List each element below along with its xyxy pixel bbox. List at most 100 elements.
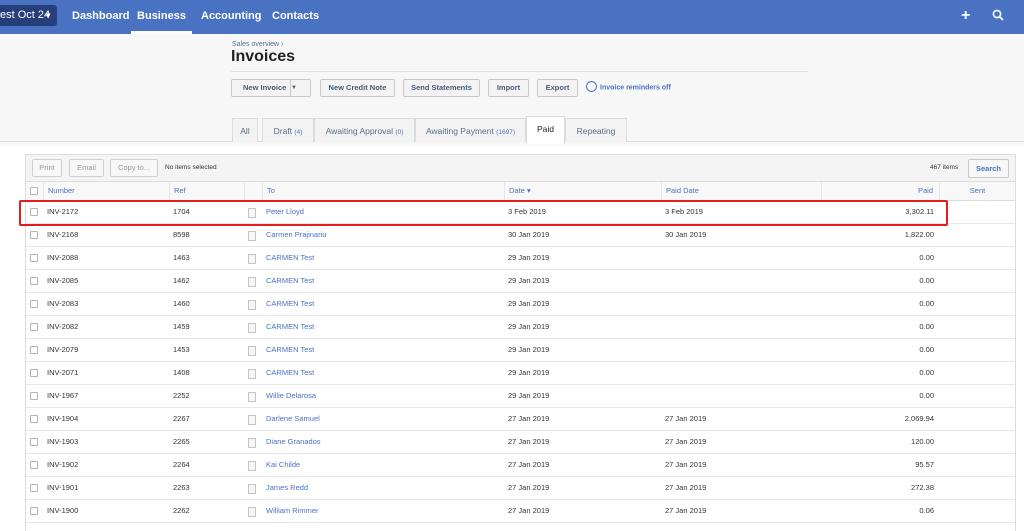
column-sent[interactable]: Sent: [939, 182, 1015, 201]
invoice-number[interactable]: INV-2085: [47, 270, 78, 293]
nav-accounting[interactable]: Accounting: [201, 0, 262, 34]
table-row[interactable]: INV-1900 2262 William Rimmer 27 Jan 2019 27 …: [26, 500, 1015, 523]
new-invoice-button[interactable]: New Invoice ▼: [231, 79, 311, 97]
copy-to-button[interactable]: Copy to...: [110, 159, 158, 177]
row-checkbox[interactable]: [30, 346, 38, 354]
row-checkbox[interactable]: [30, 323, 38, 331]
plus-icon[interactable]: +: [961, 8, 970, 24]
table-row[interactable]: INV-1901 2263 James Redd 27 Jan 2019 27 Jan …: [26, 477, 1015, 500]
table-row[interactable]: INV-2071 1408 CARMEN Test 29 Jan 2019 0.00: [26, 362, 1015, 385]
invoice-number[interactable]: INV-2083: [47, 293, 78, 316]
row-checkbox[interactable]: [30, 300, 38, 308]
row-checkbox[interactable]: [30, 208, 38, 216]
column-to[interactable]: To: [262, 182, 504, 201]
search-icon[interactable]: [992, 8, 1004, 24]
tab-repeating[interactable]: Repeating: [565, 118, 627, 142]
row-checkbox[interactable]: [30, 461, 38, 469]
row-checkbox[interactable]: [30, 438, 38, 446]
invoice-date: 29 Jan 2019: [508, 253, 550, 262]
print-button[interactable]: Print: [32, 159, 62, 177]
table-row[interactable]: INV-2168 8598 Carmen Prajinariu 30 Jan 2019…: [26, 224, 1015, 247]
contact-link[interactable]: Kai Childe: [266, 454, 300, 477]
breadcrumb[interactable]: Sales overview ›: [232, 41, 283, 48]
contact-link[interactable]: CARMEN Test: [266, 293, 314, 316]
table-row[interactable]: INV-2085 1462 CARMEN Test 29 Jan 2019 0.00: [26, 270, 1015, 293]
document-icon: [248, 484, 256, 494]
tab-awaiting-approval[interactable]: Awaiting Approval (0): [314, 118, 415, 142]
invoice-number[interactable]: INV-2088: [47, 247, 78, 270]
nav-contacts[interactable]: Contacts: [272, 0, 319, 34]
row-checkbox[interactable]: [30, 254, 38, 262]
select-all-checkbox[interactable]: [30, 187, 38, 195]
table-row[interactable]: INV-1967 2252 Willie Delarosa 29 Jan 2019 0.…: [26, 385, 1015, 408]
export-button[interactable]: Export: [537, 79, 578, 97]
table-row[interactable]: INV-1903 2265 Diane Granados 27 Jan 2019 27 …: [26, 431, 1015, 454]
paid-amount: 0.00: [919, 276, 934, 285]
paid-amount: 2,069.94: [904, 414, 934, 423]
row-checkbox[interactable]: [30, 369, 38, 377]
invoice-number[interactable]: INV-1903: [47, 431, 78, 454]
table-row[interactable]: INV-2079 1453 CARMEN Test 29 Jan 2019 0.00: [26, 339, 1015, 362]
column-number[interactable]: Number: [43, 182, 169, 201]
column-ref[interactable]: Ref: [169, 182, 244, 201]
table-row[interactable]: INV-1902 2264 Kai Childe 27 Jan 2019 27 Jan …: [26, 454, 1015, 477]
nav-dashboard[interactable]: Dashboard: [72, 0, 129, 34]
document-icon: [248, 277, 256, 287]
contact-link[interactable]: CARMEN Test: [266, 362, 314, 385]
row-checkbox[interactable]: [30, 392, 38, 400]
tab-draft[interactable]: Draft (4): [262, 118, 314, 142]
invoice-number[interactable]: INV-2079: [47, 339, 78, 362]
org-switcher[interactable]: est Oct 24 ▼: [0, 5, 57, 26]
invoices-table: Print Email Copy to... No items selected…: [25, 154, 1016, 531]
row-checkbox[interactable]: [30, 277, 38, 285]
invoice-reminders-link[interactable]: Invoice reminders off: [586, 81, 671, 93]
invoice-number[interactable]: INV-2168: [47, 224, 78, 247]
contact-link[interactable]: CARMEN Test: [266, 339, 314, 362]
new-credit-note-button[interactable]: New Credit Note: [320, 79, 395, 97]
search-button[interactable]: Search: [968, 159, 1009, 178]
invoice-date: 29 Jan 2019: [508, 322, 550, 331]
column-paid-date[interactable]: Paid Date: [661, 182, 821, 201]
contact-link[interactable]: CARMEN Test: [266, 247, 314, 270]
table-row[interactable]: INV-2088 1463 CARMEN Test 29 Jan 2019 0.00: [26, 247, 1015, 270]
invoice-number[interactable]: INV-1967: [47, 385, 78, 408]
row-checkbox[interactable]: [30, 484, 38, 492]
contact-link[interactable]: Darlene Samuel: [266, 408, 320, 431]
table-row[interactable]: INV-2082 1459 CARMEN Test 29 Jan 2019 0.00: [26, 316, 1015, 339]
nav-business[interactable]: Business: [131, 0, 192, 34]
invoice-number[interactable]: INV-1902: [47, 454, 78, 477]
invoice-number[interactable]: INV-2082: [47, 316, 78, 339]
table-row[interactable]: INV-2083 1460 CARMEN Test 29 Jan 2019 0.00: [26, 293, 1015, 316]
contact-link[interactable]: Diane Granados: [266, 431, 321, 454]
tab-paid[interactable]: Paid: [526, 116, 565, 144]
import-button[interactable]: Import: [488, 79, 529, 97]
table-header: Number Ref To Date ▾ Paid Date Paid Sent: [26, 182, 1015, 201]
invoice-number[interactable]: INV-1900: [47, 500, 78, 523]
contact-link[interactable]: Peter Lloyd: [266, 201, 304, 224]
column-paid[interactable]: Paid: [821, 182, 939, 201]
email-button[interactable]: Email: [69, 159, 104, 177]
table-row[interactable]: INV-1904 2267 Darlene Samuel 27 Jan 2019 27 …: [26, 408, 1015, 431]
document-icon: [248, 346, 256, 356]
invoice-number[interactable]: INV-1901: [47, 477, 78, 500]
column-date[interactable]: Date ▾: [504, 182, 661, 201]
row-checkbox[interactable]: [30, 231, 38, 239]
invoice-number[interactable]: INV-2071: [47, 362, 78, 385]
invoice-number[interactable]: INV-1904: [47, 408, 78, 431]
tab-awaiting-payment[interactable]: Awaiting Payment (1697): [415, 118, 526, 142]
tab-label: Draft: [273, 126, 293, 136]
invoice-number[interactable]: INV-2172: [47, 201, 78, 224]
chevron-down-icon[interactable]: ▼: [290, 80, 310, 96]
contact-link[interactable]: CARMEN Test: [266, 316, 314, 339]
contact-link[interactable]: Willie Delarosa: [266, 385, 316, 408]
contact-link[interactable]: Carmen Prajinariu: [266, 224, 326, 247]
contact-link[interactable]: James Redd: [266, 477, 308, 500]
invoice-date: 30 Jan 2019: [508, 230, 550, 239]
send-statements-button[interactable]: Send Statements: [403, 79, 480, 97]
contact-link[interactable]: William Rimmer: [266, 500, 319, 523]
row-checkbox[interactable]: [30, 507, 38, 515]
contact-link[interactable]: CARMEN Test: [266, 270, 314, 293]
table-row[interactable]: INV-2172 1704 Peter Lloyd 3 Feb 2019 3 Feb 2…: [26, 201, 1015, 224]
row-checkbox[interactable]: [30, 415, 38, 423]
tab-all[interactable]: All: [232, 118, 258, 142]
